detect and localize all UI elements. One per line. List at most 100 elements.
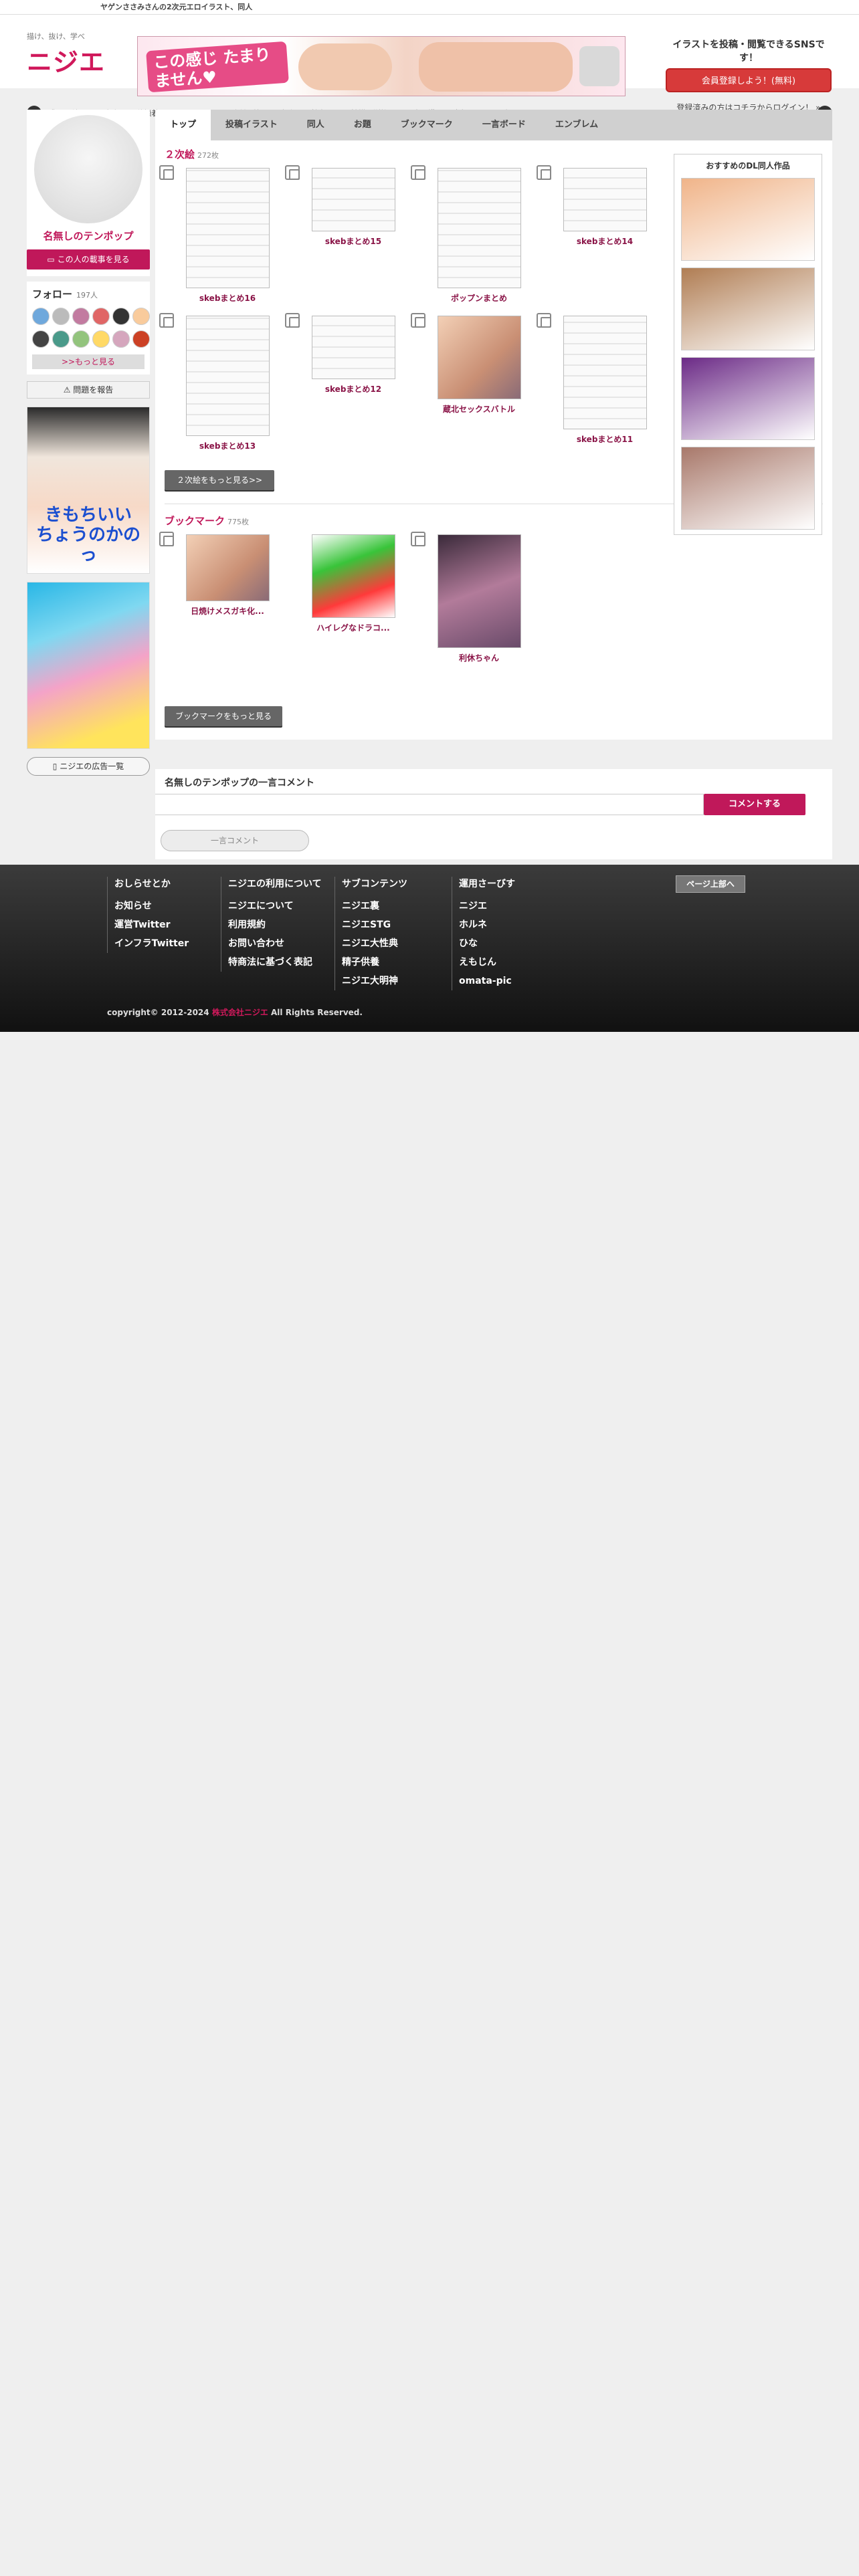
- sidebar-ad[interactable]: きもちいい ちょうのかのっ: [27, 407, 150, 574]
- illust-thumbnail[interactable]: [185, 168, 270, 288]
- follow-avatar[interactable]: [132, 308, 150, 325]
- view-works-button[interactable]: ▭ この人の載事を見る: [27, 249, 150, 270]
- site-logo[interactable]: ニジエ: [27, 41, 105, 78]
- illust-caption[interactable]: skebまとめ14: [542, 235, 668, 247]
- illust-thumbnail[interactable]: [437, 316, 521, 399]
- top-banner-ad[interactable]: この感じ たまりません♥: [137, 36, 626, 96]
- recommend-panel: おすすめのDL同人作品: [674, 154, 822, 535]
- illust-item[interactable]: skebまとめ15: [285, 165, 416, 304]
- multi-page-icon: [285, 313, 300, 328]
- comment-input[interactable]: [155, 794, 704, 815]
- footer-link[interactable]: ニジエ大性典: [342, 934, 407, 953]
- follow-avatar[interactable]: [32, 330, 50, 348]
- recommend-item[interactable]: [681, 447, 815, 530]
- follow-avatar[interactable]: [72, 308, 90, 325]
- copyright: copyright© 2012-2024 株式会社ニジエ All Rights …: [107, 1006, 363, 1018]
- footer-link[interactable]: ニジエ大明神: [342, 972, 407, 990]
- signup-button[interactable]: 会員登録しよう！(無料): [666, 68, 832, 92]
- illust-caption[interactable]: ハイレグなドラコ...: [290, 622, 416, 633]
- illust-item[interactable]: 蔵北セックスバトル: [411, 313, 542, 451]
- comment-list-button[interactable]: 一言コメント: [161, 830, 309, 851]
- ad-list-button[interactable]: ▯ ニジエの広告一覧: [27, 757, 150, 776]
- illust-thumbnail[interactable]: [563, 168, 647, 231]
- illust-caption[interactable]: 利休ちゃん: [416, 652, 542, 663]
- illust-item[interactable]: 日焼けメスガキ化...: [159, 532, 290, 663]
- follow-avatar[interactable]: [112, 308, 130, 325]
- more-bookmark-button[interactable]: ブックマークをもっと見る: [165, 706, 283, 726]
- footer-link[interactable]: ニジエ: [459, 897, 515, 916]
- recommend-item[interactable]: [681, 357, 815, 440]
- bookmark-grid: 日焼けメスガキ化... ハイレグなドラコ... 利休ちゃん: [159, 532, 666, 663]
- tab-3[interactable]: お題: [339, 110, 386, 140]
- company-link[interactable]: 株式会社ニジエ: [212, 1008, 268, 1017]
- footer-link[interactable]: 精子供養: [342, 953, 407, 972]
- footer-link[interactable]: お知らせ: [114, 897, 189, 916]
- comment-submit-button[interactable]: コメントする: [704, 794, 805, 815]
- footer-column: サブコンテンツ ニジエ裏 ニジエSTG ニジエ大性典 精子供養 ニジエ大明神: [335, 877, 407, 990]
- tab-6[interactable]: エンブレム: [541, 110, 613, 140]
- footer-link[interactable]: ニジエについて: [228, 897, 322, 916]
- illust-caption[interactable]: skebまとめ12: [290, 383, 416, 395]
- illust-item[interactable]: ハイレグなドラコ...: [290, 534, 416, 663]
- illust-caption[interactable]: 日焼けメスガキ化...: [165, 605, 290, 617]
- illust-item[interactable]: skebまとめ13: [159, 313, 290, 451]
- follow-avatar[interactable]: [92, 330, 110, 348]
- report-button[interactable]: ⚠ 問題を報告: [27, 381, 150, 399]
- follow-avatar[interactable]: [92, 308, 110, 325]
- illust-caption[interactable]: skebまとめ16: [165, 292, 290, 304]
- signup-title: イラストを投稿・閲覧できるSNSです！: [672, 39, 825, 64]
- illust-thumbnail[interactable]: [185, 316, 270, 436]
- follow-avatar[interactable]: [32, 308, 50, 325]
- tab-5[interactable]: 一言ボード: [468, 110, 541, 140]
- illust-item[interactable]: ポップンまとめ: [411, 165, 542, 304]
- illust-thumbnail[interactable]: [311, 316, 395, 379]
- illust-caption[interactable]: 蔵北セックスバトル: [416, 403, 542, 415]
- footer-link[interactable]: お問い合わせ: [228, 934, 322, 953]
- illust-caption[interactable]: skebまとめ15: [290, 235, 416, 247]
- follow-avatar[interactable]: [52, 330, 70, 348]
- footer-link[interactable]: ひな: [459, 934, 515, 953]
- tab-1[interactable]: 投稿イラスト: [211, 110, 292, 140]
- tab-2[interactable]: 同人: [292, 110, 339, 140]
- illust-item[interactable]: skebまとめ16: [159, 165, 290, 304]
- footer-column-title: おしらせとか: [114, 879, 171, 889]
- illust-item[interactable]: skebまとめ14: [537, 165, 668, 304]
- illust-thumbnail[interactable]: [437, 168, 521, 288]
- illust-thumbnail[interactable]: [311, 534, 395, 618]
- page-top-button[interactable]: ページ上部へ: [676, 875, 745, 893]
- follow-avatar[interactable]: [52, 308, 70, 325]
- sidebar-ad[interactable]: [27, 582, 150, 749]
- illust-thumbnail[interactable]: [437, 534, 521, 648]
- recommend-item[interactable]: [681, 178, 815, 261]
- footer-link[interactable]: ホルネ: [459, 916, 515, 934]
- illust-thumbnail[interactable]: [563, 316, 647, 429]
- illust-thumbnail[interactable]: [185, 534, 270, 601]
- footer-link[interactable]: えもじん: [459, 953, 515, 972]
- tab-0[interactable]: トップ: [155, 110, 211, 140]
- footer-link[interactable]: omata-pic: [459, 972, 515, 990]
- profile-name[interactable]: 名無しのテンポップ: [27, 229, 150, 243]
- illust-thumbnail[interactable]: [311, 168, 395, 231]
- illust-item[interactable]: 利休ちゃん: [411, 532, 542, 663]
- follow-more-button[interactable]: >>もっと見る: [32, 354, 145, 369]
- footer-link[interactable]: インフラTwitter: [114, 934, 189, 953]
- illust-caption[interactable]: skebまとめ11: [542, 433, 668, 445]
- illust-section-title[interactable]: ２次絵: [165, 148, 195, 160]
- follow-avatar[interactable]: [72, 330, 90, 348]
- tab-4[interactable]: ブックマーク: [386, 110, 468, 140]
- bookmark-section-title[interactable]: ブックマーク: [165, 515, 225, 527]
- illust-item[interactable]: skebまとめ12: [285, 313, 416, 451]
- follow-avatar[interactable]: [132, 330, 150, 348]
- footer-link[interactable]: 特商法に基づく表記: [228, 953, 322, 972]
- follow-avatar[interactable]: [112, 330, 130, 348]
- more-illust-button[interactable]: ２次絵をもっと見る>>: [165, 470, 275, 490]
- illust-item[interactable]: skebまとめ11: [537, 313, 668, 451]
- footer-link[interactable]: 運営Twitter: [114, 916, 189, 934]
- avatar[interactable]: [34, 115, 142, 223]
- illust-caption[interactable]: ポップンまとめ: [416, 292, 542, 304]
- footer-link[interactable]: 利用規約: [228, 916, 322, 934]
- illust-caption[interactable]: skebまとめ13: [165, 440, 290, 451]
- footer-link[interactable]: ニジエ裏: [342, 897, 407, 916]
- recommend-item[interactable]: [681, 267, 815, 350]
- footer-link[interactable]: ニジエSTG: [342, 916, 407, 934]
